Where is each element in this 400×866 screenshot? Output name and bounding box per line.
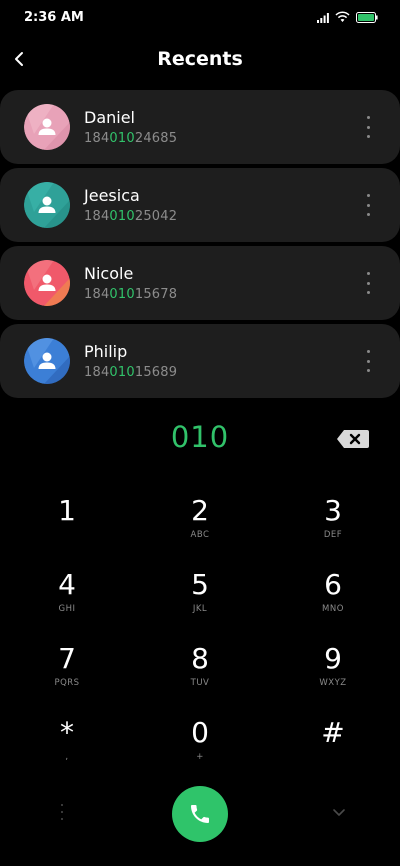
key-letters: JKL <box>192 604 208 614</box>
more-options-button[interactable] <box>360 350 376 372</box>
key-hash[interactable]: # <box>278 716 388 780</box>
contact-list: Daniel 18401024685 Jeesica 18401025042 N… <box>0 90 400 402</box>
key-8[interactable]: 8 TUV <box>145 642 255 706</box>
contact-item-jeesica[interactable]: Jeesica 18401025042 <box>0 168 400 242</box>
key-9[interactable]: 9 WXYZ <box>278 642 388 706</box>
key-letters: TUV <box>190 678 210 688</box>
contact-number: 18401025042 <box>84 209 178 224</box>
key-letters: + <box>196 752 204 762</box>
contact-name: Philip <box>84 342 128 361</box>
key-7[interactable]: 7 PQRS <box>12 642 122 706</box>
key-digit: * <box>60 716 74 749</box>
status-time: 2:36 AM <box>24 10 84 25</box>
key-digit: 0 <box>191 716 209 749</box>
more-vertical-icon <box>61 804 63 806</box>
key-letters: WXYZ <box>319 678 347 688</box>
key-0[interactable]: 0 + <box>145 716 255 780</box>
contact-name: Nicole <box>84 264 134 283</box>
key-digit: 1 <box>58 494 76 527</box>
avatar <box>24 182 70 228</box>
key-digit: 5 <box>191 568 209 601</box>
more-vertical-icon <box>366 194 370 197</box>
more-vertical-icon <box>366 272 370 275</box>
contact-number: 18401024685 <box>84 131 178 146</box>
key-digit: 2 <box>191 494 209 527</box>
wifi-icon <box>335 11 350 22</box>
call-button[interactable] <box>172 786 228 842</box>
key-letters: PQRS <box>54 678 80 688</box>
key-letters: ABC <box>190 530 210 540</box>
more-vertical-icon <box>366 116 370 119</box>
key-6[interactable]: 6 MNO <box>278 568 388 632</box>
phone-icon <box>191 805 209 823</box>
more-vertical-icon <box>366 350 370 353</box>
contact-item-philip[interactable]: Philip 18401015689 <box>0 324 400 398</box>
key-2[interactable]: 2 ABC <box>145 494 255 558</box>
backspace-button[interactable] <box>336 428 370 450</box>
contact-item-daniel[interactable]: Daniel 18401024685 <box>0 90 400 164</box>
contact-item-nicole[interactable]: Nicole 18401015678 <box>0 246 400 320</box>
key-digit: 9 <box>324 642 342 675</box>
menu-button[interactable] <box>59 804 65 820</box>
backspace-icon <box>337 430 369 448</box>
contact-number: 18401015678 <box>84 287 178 302</box>
more-options-button[interactable] <box>360 194 376 216</box>
page-title: Recents <box>157 48 243 70</box>
key-5[interactable]: 5 JKL <box>145 568 255 632</box>
key-digit: 3 <box>324 494 342 527</box>
key-letters: , <box>65 752 69 762</box>
key-3[interactable]: 3 DEF <box>278 494 388 558</box>
key-digit: 8 <box>191 642 209 675</box>
key-star[interactable]: * , <box>12 716 122 780</box>
key-digit: 7 <box>58 642 76 675</box>
contact-name: Jeesica <box>84 186 140 205</box>
bottom-bar <box>0 784 400 844</box>
more-options-button[interactable] <box>360 272 376 294</box>
collapse-keypad-button[interactable] <box>330 804 348 818</box>
more-options-button[interactable] <box>360 116 376 138</box>
key-letters: MNO <box>322 604 344 614</box>
avatar <box>24 104 70 150</box>
avatar <box>24 260 70 306</box>
key-digit: # <box>321 716 345 749</box>
key-digit: 6 <box>324 568 342 601</box>
key-4[interactable]: 4 GHI <box>12 568 122 632</box>
key-digit: 4 <box>58 568 76 601</box>
battery-icon <box>356 11 378 23</box>
key-letters: DEF <box>323 530 343 540</box>
signal-icon <box>317 12 329 23</box>
avatar <box>24 338 70 384</box>
status-icons <box>317 11 378 23</box>
header: Recents <box>0 36 400 82</box>
status-bar: 2:36 AM <box>0 0 400 36</box>
key-1[interactable]: 1 <box>12 494 122 558</box>
contact-number: 18401015689 <box>84 365 178 380</box>
key-letters: GHI <box>58 604 76 614</box>
chevron-down-icon <box>333 809 345 816</box>
contact-name: Daniel <box>84 108 135 127</box>
